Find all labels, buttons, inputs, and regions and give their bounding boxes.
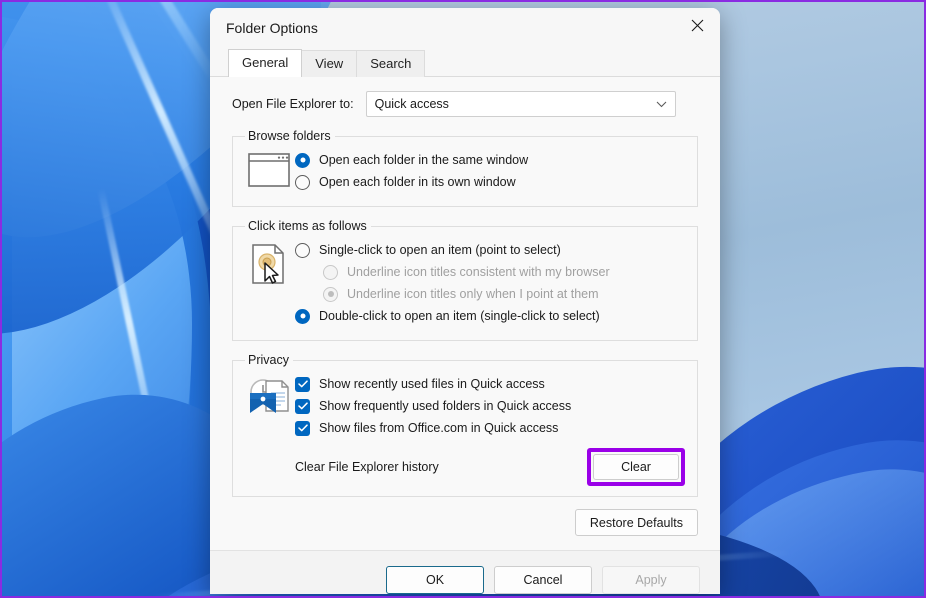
open-file-explorer-label: Open File Explorer to: — [232, 97, 354, 111]
folder-options-dialog: Folder Options General View Search Open … — [210, 8, 720, 594]
radio-underline-on-point: Underline icon titles only when I point … — [323, 286, 687, 302]
radio-indicator — [323, 287, 338, 302]
checkmark-icon — [295, 421, 310, 436]
radio-underline-on-point-label: Underline icon titles only when I point … — [347, 286, 599, 302]
radio-own-window-label: Open each folder in its own window — [319, 174, 516, 190]
restore-defaults-button[interactable]: Restore Defaults — [575, 509, 698, 536]
radio-single-click-label: Single-click to open an item (point to s… — [319, 242, 561, 258]
tab-strip: General View Search — [210, 48, 720, 77]
general-tab-page: Open File Explorer to: Quick access Brow… — [210, 77, 720, 551]
radio-same-window-label: Open each folder in the same window — [319, 152, 528, 168]
open-file-explorer-value: Quick access — [375, 97, 449, 111]
ok-button[interactable]: OK — [386, 566, 484, 594]
checkbox-office-files-label: Show files from Office.com in Quick acce… — [319, 420, 558, 436]
radio-indicator — [323, 265, 338, 280]
browse-folders-legend: Browse folders — [245, 129, 335, 143]
radio-single-click[interactable]: Single-click to open an item (point to s… — [295, 242, 687, 258]
tab-general[interactable]: General — [228, 49, 302, 77]
radio-underline-consistent: Underline icon titles consistent with my… — [323, 264, 687, 280]
radio-own-window[interactable]: Open each folder in its own window — [295, 174, 687, 190]
window-outline-icon — [243, 149, 295, 187]
apply-button: Apply — [602, 566, 700, 594]
recent-files-bookmark-icon — [243, 373, 295, 417]
radio-indicator — [295, 243, 310, 258]
clear-button[interactable]: Clear — [593, 454, 679, 480]
checkbox-recent-files-label: Show recently used files in Quick access — [319, 376, 545, 392]
radio-double-click-label: Double-click to open an item (single-cli… — [319, 308, 600, 324]
tab-search[interactable]: Search — [356, 50, 425, 77]
radio-indicator — [295, 309, 310, 324]
radio-double-click[interactable]: Double-click to open an item (single-cli… — [295, 308, 687, 324]
dialog-footer: OK Cancel Apply — [210, 551, 720, 594]
clear-history-row: Clear File Explorer history Clear — [295, 448, 687, 486]
privacy-legend: Privacy — [245, 353, 293, 367]
radio-underline-consistent-label: Underline icon titles consistent with my… — [347, 264, 610, 280]
checkmark-icon — [295, 377, 310, 392]
tab-view[interactable]: View — [301, 50, 357, 77]
privacy-group: Privacy — [232, 353, 698, 497]
radio-same-window[interactable]: Open each folder in the same window — [295, 152, 687, 168]
open-file-explorer-row: Open File Explorer to: Quick access — [232, 91, 698, 117]
checkbox-frequent-folders[interactable]: Show frequently used folders in Quick ac… — [295, 398, 687, 414]
dialog-title: Folder Options — [226, 20, 318, 36]
desktop-screen: Folder Options General View Search Open … — [0, 0, 926, 598]
dialog-titlebar: Folder Options — [210, 8, 720, 48]
click-items-group: Click items as follows — [232, 219, 698, 341]
open-file-explorer-select[interactable]: Quick access — [366, 91, 676, 117]
clear-history-label: Clear File Explorer history — [295, 460, 439, 474]
checkmark-icon — [295, 399, 310, 414]
page-click-pointer-icon — [243, 239, 295, 287]
click-items-legend: Click items as follows — [245, 219, 371, 233]
restore-defaults-row: Restore Defaults — [232, 509, 698, 550]
checkbox-recent-files[interactable]: Show recently used files in Quick access — [295, 376, 687, 392]
browse-folders-group: Browse folders — [232, 129, 698, 207]
checkbox-office-files[interactable]: Show files from Office.com in Quick acce… — [295, 420, 687, 436]
cancel-button[interactable]: Cancel — [494, 566, 592, 594]
close-icon[interactable] — [674, 8, 720, 42]
clear-button-highlight: Clear — [587, 448, 685, 486]
radio-indicator — [295, 175, 310, 190]
radio-indicator — [295, 153, 310, 168]
checkbox-frequent-folders-label: Show frequently used folders in Quick ac… — [319, 398, 571, 414]
chevron-down-icon — [656, 97, 667, 111]
